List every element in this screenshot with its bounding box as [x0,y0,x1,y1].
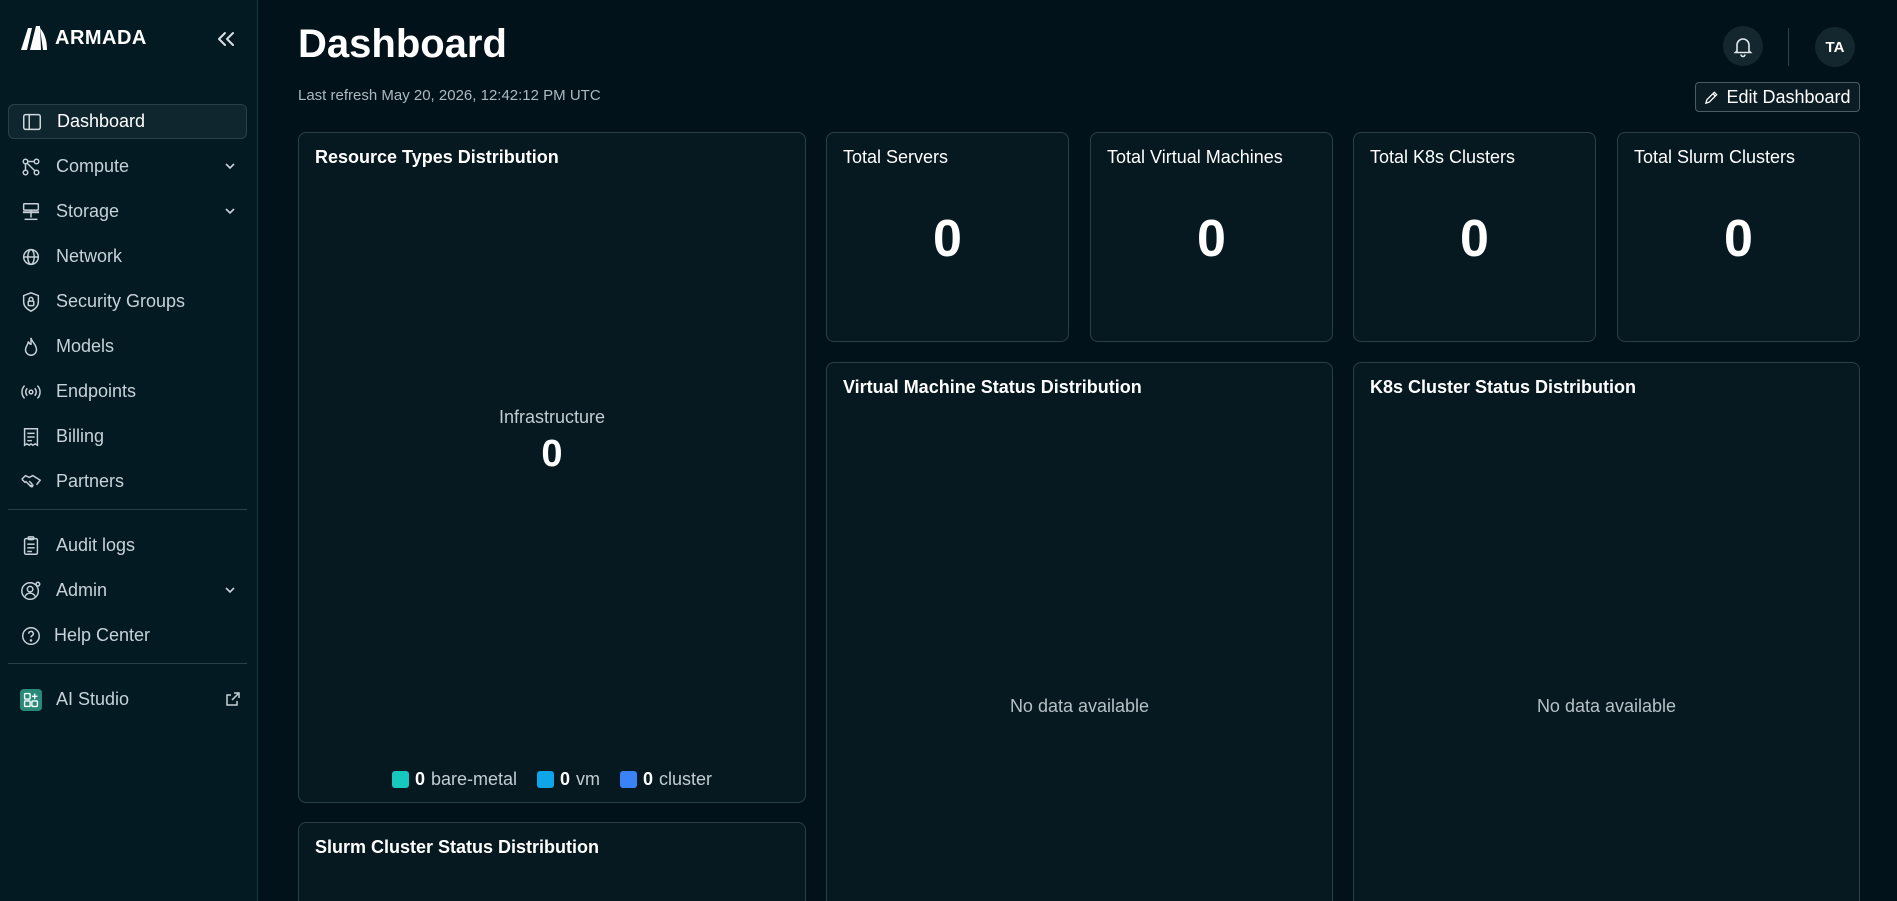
sidebar-item-label: Help Center [54,625,151,645]
sidebar: ARMADA Dashboard Compute Storage Network… [0,0,258,901]
external-link-icon[interactable] [224,690,242,708]
user-gear-icon [21,581,41,600]
stat-card-total-slurm-clusters: Total Slurm Clusters 0 [1617,132,1860,342]
sidebar-item-label: Billing [56,426,105,446]
sidebar-item-audit-logs[interactable]: Audit logs [8,528,247,563]
card-title: Virtual Machine Status Distribution [843,377,1142,397]
layout-icon [23,113,41,130]
sidebar-item-label: Admin [56,580,108,600]
app: ARMADA Dashboard Compute Storage Network… [0,0,1897,901]
sidebar-item-label: Network [56,246,123,266]
k8s-status-card: K8s Cluster Status Distribution No data … [1353,362,1860,901]
avatar[interactable]: TA [1815,27,1855,67]
sidebar-item-label: Dashboard [57,111,146,131]
broadcast-icon [21,384,41,399]
resource-types-card: Resource Types Distribution Infrastructu… [298,132,806,803]
bell-icon [1733,38,1753,58]
main-nav: Dashboard Compute Storage Network Securi… [8,104,247,727]
sidebar-item-label: Storage [56,201,120,221]
card-title: K8s Cluster Status Distribution [1370,377,1637,397]
notifications-button[interactable] [1723,26,1763,66]
sidebar-item-billing[interactable]: Billing [8,419,247,454]
legend-item-bare-metal[interactable]: 0 bare-metal [391,769,517,790]
card-title: Resource Types Distribution [315,147,559,167]
server-icon [22,202,40,220]
empty-state: No data available [1009,696,1150,716]
donut-center-value: 0 [541,433,563,475]
collapse-sidebar-icon[interactable] [214,27,238,51]
sidebar-item-storage[interactable]: Storage [8,194,247,229]
legend-item-cluster[interactable]: 0 cluster [620,769,712,790]
receipt-icon [23,427,39,447]
legend-count: 0 [560,769,571,789]
legend-count: 0 [414,769,425,789]
sidebar-item-label: Security Groups [56,291,186,311]
nav-divider [8,663,247,664]
sidebar-item-dashboard[interactable]: Dashboard [8,104,247,139]
armada-logo-icon [21,26,47,50]
globe-icon [22,248,40,265]
sidebar-item-models[interactable]: Models [8,329,247,364]
chart-legend: 0 bare-metal 0 vm 0 cluster [299,769,805,790]
chevron-down-icon [225,587,235,594]
vm-status-card: Virtual Machine Status Distribution No d… [826,362,1333,901]
nodes-icon [22,157,40,176]
legend-swatch [391,771,409,788]
chevron-down-icon [225,208,235,215]
stat-value: 0 [933,210,962,268]
card-title: Slurm Cluster Status Distribution [315,837,600,857]
legend-swatch [620,771,638,788]
sidebar-item-label: Partners [56,471,125,491]
sidebar-item-label: Compute [56,156,130,176]
sidebar-item-help-center[interactable]: Help Center [8,618,247,653]
empty-state: No data available [1536,696,1677,716]
sidebar-item-network[interactable]: Network [8,239,247,274]
stat-value: 0 [1460,210,1489,268]
legend-count: 0 [643,769,654,789]
page-title: Dashboard [298,22,507,66]
nav-divider [8,509,247,510]
brand-name: ARMADA [55,26,147,49]
stat-title: Total K8s Clusters [1370,147,1516,167]
stat-title: Total Virtual Machines [1107,147,1283,167]
slurm-status-card: Slurm Cluster Status Distribution [298,822,806,901]
brand-logo[interactable]: ARMADA [19,24,147,52]
clipboard-icon [23,535,39,555]
sidebar-item-partners[interactable]: Partners [8,464,247,499]
shield-lock-icon [22,291,40,312]
stat-value: 0 [1724,210,1753,268]
sidebar-item-label: AI Studio [56,689,130,709]
chevron-down-icon [225,163,235,170]
legend-item-vm[interactable]: 0 vm [537,769,600,790]
sidebar-item-compute[interactable]: Compute [8,149,247,184]
legend-label: bare-metal [430,769,517,789]
ai-studio-icon [20,688,42,711]
handshake-icon [21,474,42,487]
sidebar-item-label: Audit logs [56,535,136,555]
pencil-icon [1705,90,1719,104]
sidebar-item-admin[interactable]: Admin [8,573,247,608]
sidebar-item-security-groups[interactable]: Security Groups [8,284,247,319]
stat-card-total-servers: Total Servers 0 [826,132,1069,342]
sidebar-item-ai-studio[interactable]: AI Studio [8,682,247,717]
sidebar-item-label: Models [56,336,115,356]
stat-title: Total Slurm Clusters [1634,147,1796,167]
edit-dashboard-button[interactable]: Edit Dashboard [1695,82,1860,112]
donut-center-label: Infrastructure [498,407,606,427]
sidebar-item-label: Endpoints [56,381,137,401]
flame-icon [24,337,38,356]
edit-dashboard-label: Edit Dashboard [1726,86,1851,107]
header-divider [1788,28,1789,66]
last-refresh-timestamp: Last refresh May 20, 2026, 12:42:12 PM U… [298,87,601,104]
stat-value: 0 [1197,210,1226,268]
stat-title: Total Servers [843,147,949,167]
stat-card-total-virtual-machines: Total Virtual Machines 0 [1090,132,1333,342]
sidebar-item-endpoints[interactable]: Endpoints [8,374,247,409]
stat-card-total-k8s-clusters: Total K8s Clusters 0 [1353,132,1596,342]
legend-label: vm [576,769,601,789]
legend-label: cluster [659,769,713,789]
legend-swatch [537,771,554,788]
help-circle-icon [22,626,40,645]
